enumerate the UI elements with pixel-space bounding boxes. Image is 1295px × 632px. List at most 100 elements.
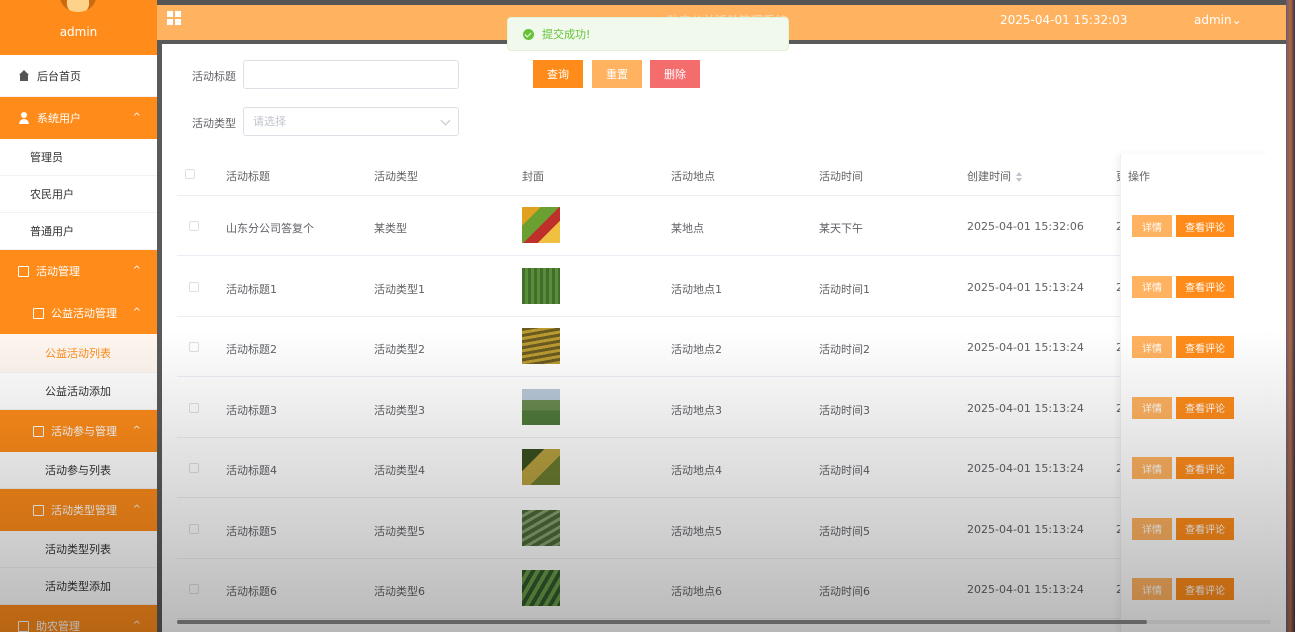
column-header-created[interactable]: 创建时间 <box>967 168 1022 184</box>
cell-place: 活动地点5 <box>671 524 722 538</box>
table-row: 活动标题1活动类型1活动地点1活动时间12025-04-01 15:13:242 <box>177 257 1270 317</box>
cell-place: 某地点 <box>671 222 704 235</box>
scrollbar-thumb[interactable] <box>177 620 1147 624</box>
cell-title: 活动标题2 <box>226 343 277 356</box>
chevron-up-icon: ^ <box>132 425 141 436</box>
cover-image[interactable] <box>522 328 560 364</box>
sidebar-item-label: 普通用户 <box>30 225 74 238</box>
view-comments-button[interactable]: 查看评论 <box>1176 396 1234 419</box>
type-select-placeholder: 请选择 <box>253 115 286 128</box>
sidebar-item-label: 农民用户 <box>30 188 74 201</box>
sidebar-group-help-farm[interactable]: 助农管理 ^ <box>0 605 157 632</box>
cover-image[interactable] <box>522 570 560 606</box>
user-dropdown[interactable]: admin⌄ <box>1194 13 1242 27</box>
cell-type: 活动类型2 <box>374 343 425 356</box>
sidebar-item-participation-list[interactable]: 活动参与列表 <box>0 452 157 489</box>
document-icon <box>33 425 44 437</box>
row-checkbox[interactable] <box>189 221 199 231</box>
detail-button[interactable]: 详情 <box>1132 578 1172 600</box>
sidebar-group-participation[interactable]: 活动参与管理 ^ <box>0 410 157 452</box>
chevron-up-icon: ^ <box>132 112 141 123</box>
sidebar-item-charity-add[interactable]: 公益活动添加 <box>0 373 157 410</box>
sidebar-item-charity-list[interactable]: 公益活动列表 <box>0 334 157 373</box>
cell-title: 活动标题4 <box>226 464 277 477</box>
sidebar-item-label: 公益活动列表 <box>45 347 111 360</box>
title-search-input[interactable] <box>243 60 459 89</box>
row-checkbox[interactable] <box>189 281 199 292</box>
sidebar-item-label: 活动类型添加 <box>45 580 111 593</box>
cell-type: 活动类型4 <box>374 464 425 477</box>
cover-image[interactable] <box>522 509 560 546</box>
horizontal-scrollbar[interactable] <box>177 620 1270 624</box>
sidebar-item-label: 活动管理 <box>36 265 80 278</box>
query-button[interactable]: 查询 <box>533 60 583 88</box>
column-header: 活动类型 <box>374 170 418 183</box>
sidebar-group-activity-type[interactable]: 活动类型管理 ^ <box>0 489 157 531</box>
view-comments-button[interactable]: 查看评论 <box>1176 457 1234 479</box>
success-toast: 提交成功! <box>507 17 789 51</box>
detail-button[interactable]: 详情 <box>1132 215 1172 237</box>
chevron-up-icon: ^ <box>132 620 141 631</box>
view-comments-button[interactable]: 查看评论 <box>1176 215 1234 237</box>
menu-toggle-icon[interactable] <box>167 11 181 25</box>
row-checkbox[interactable] <box>189 402 199 413</box>
sidebar-item-admins[interactable]: 管理员 <box>0 139 157 176</box>
chevron-up-icon: ^ <box>132 265 141 276</box>
detail-button[interactable]: 详情 <box>1132 517 1172 540</box>
cell-created: 2025-04-01 15:13:24 <box>967 583 1084 596</box>
cell-place: 活动地点2 <box>671 343 722 356</box>
cell-title: 活动标题5 <box>226 524 277 538</box>
row-checkbox[interactable] <box>189 584 199 594</box>
sidebar-group-system-users[interactable]: 系统用户 ^ <box>0 97 157 139</box>
cell-created: 2025-04-01 15:13:24 <box>967 401 1084 415</box>
row-checkbox[interactable] <box>189 523 199 534</box>
reset-button[interactable]: 重置 <box>592 60 642 88</box>
sidebar-username: admin <box>59 25 98 39</box>
cover-image[interactable] <box>522 449 560 485</box>
sidebar-item-farmer-users[interactable]: 农民用户 <box>0 176 157 213</box>
cell-type: 活动类型3 <box>374 403 425 417</box>
cover-image[interactable] <box>522 267 560 304</box>
document-icon <box>33 307 44 319</box>
cover-image[interactable] <box>522 207 560 243</box>
cell-time: 活动时间6 <box>819 585 870 598</box>
type-select[interactable]: 请选择 <box>243 107 459 136</box>
delete-button[interactable]: 删除 <box>650 60 700 88</box>
cell-created: 2025-04-01 15:13:24 <box>967 341 1084 354</box>
detail-button[interactable]: 详情 <box>1132 275 1172 298</box>
view-comments-button[interactable]: 查看评论 <box>1176 336 1234 358</box>
cover-image[interactable] <box>522 388 560 425</box>
background-strip <box>1286 0 1295 632</box>
view-comments-button[interactable]: 查看评论 <box>1176 578 1234 600</box>
cell-type: 活动类型6 <box>374 585 425 598</box>
row-checkbox[interactable] <box>189 463 199 473</box>
sidebar-item-type-add[interactable]: 活动类型添加 <box>0 568 157 605</box>
table-row: 活动标题5活动类型5活动地点5活动时间52025-04-01 15:13:242 <box>177 499 1270 559</box>
cell-place: 活动地点1 <box>671 282 722 296</box>
sidebar-item-normal-users[interactable]: 普通用户 <box>0 213 157 250</box>
sidebar-item-label: 活动参与管理 <box>51 425 117 438</box>
column-header-label: 创建时间 <box>967 170 1011 183</box>
select-all-checkbox[interactable] <box>185 169 195 179</box>
view-comments-button[interactable]: 查看评论 <box>1176 517 1234 540</box>
sort-icon[interactable] <box>1016 172 1022 182</box>
detail-button[interactable]: 详情 <box>1132 457 1172 479</box>
view-comments-button[interactable]: 查看评论 <box>1176 275 1234 298</box>
chevron-up-icon: ^ <box>132 307 141 318</box>
sidebar-group-activity[interactable]: 活动管理 ^ <box>0 250 157 292</box>
row-checkbox[interactable] <box>189 342 199 352</box>
cell-time: 活动时间3 <box>819 403 870 417</box>
document-icon <box>33 504 44 516</box>
column-header: 活动时间 <box>819 170 863 183</box>
sidebar-group-charity-activity[interactable]: 公益活动管理 ^ <box>0 292 157 334</box>
detail-button[interactable]: 详情 <box>1132 336 1172 358</box>
sidebar-item-label: 公益活动管理 <box>51 307 117 320</box>
detail-button[interactable]: 详情 <box>1132 396 1172 419</box>
sidebar-item-type-list[interactable]: 活动类型列表 <box>0 531 157 568</box>
cell-place: 活动地点6 <box>671 585 722 598</box>
cell-type: 活动类型1 <box>374 282 425 296</box>
cell-title: 活动标题3 <box>226 403 277 417</box>
chevron-up-icon: ^ <box>132 504 141 515</box>
sidebar-item-home[interactable]: 后台首页 <box>0 55 157 97</box>
sidebar-item-label: 公益活动添加 <box>45 385 111 398</box>
